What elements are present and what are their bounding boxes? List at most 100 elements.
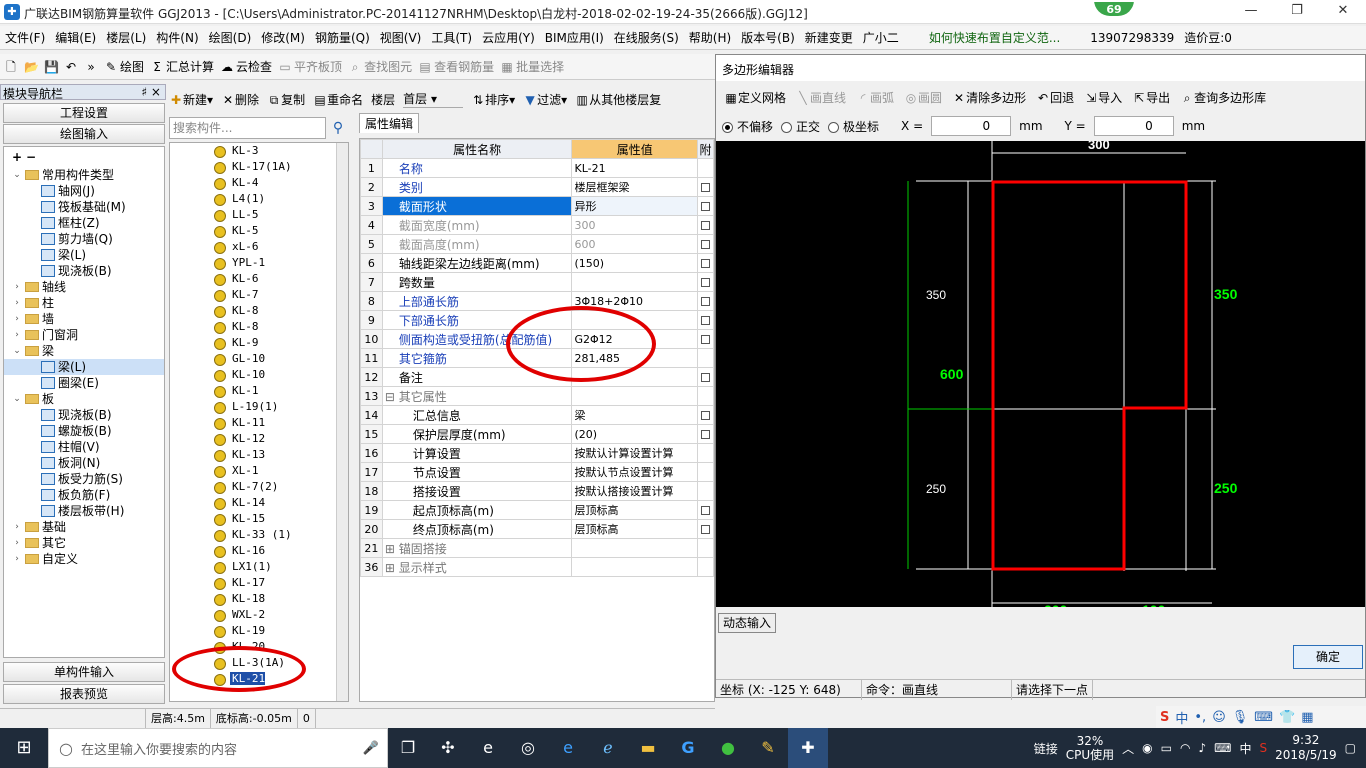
property-row[interactable]: 36 ⊞ 显示样式 (360, 557, 714, 577)
volume-icon[interactable]: ♪ (1198, 741, 1206, 755)
app-green-icon[interactable]: ● (708, 728, 748, 768)
expand-chevron-icon[interactable]: ⌄ (12, 391, 22, 407)
delete-button[interactable]: ✕ 删除 (221, 91, 259, 108)
property-value[interactable]: 按默认节点设置计算 (571, 462, 699, 482)
user-phone[interactable]: 13907298339 (1085, 31, 1179, 45)
keyboard-icon[interactable]: ⌨ (1214, 741, 1231, 755)
attach-checkbox[interactable] (701, 525, 711, 534)
expand-chevron-icon[interactable]: ⌄ (12, 167, 22, 183)
rename-button[interactable]: ▤重命名 (313, 91, 363, 108)
y-input[interactable]: 0 (1093, 116, 1174, 136)
grid-icon[interactable]: ▦ (1301, 710, 1313, 725)
link-label[interactable]: 链接 (1034, 740, 1058, 757)
component-list-item[interactable]: WXL-2 (170, 607, 348, 623)
component-list-item[interactable]: KL-17(1A) (170, 159, 348, 175)
editor-tool-6[interactable]: ⇲ 导入 (1084, 89, 1122, 106)
property-value[interactable]: 按默认搭接设置计算 (571, 481, 699, 501)
property-row[interactable]: 3 截面形状 异形 (360, 196, 714, 216)
ime-mode[interactable]: 中 (1175, 708, 1188, 727)
x-input[interactable]: 0 (931, 116, 1012, 136)
expand-chevron-icon[interactable]: › (12, 279, 22, 295)
punct-icon[interactable]: •, (1194, 710, 1206, 725)
ok-button[interactable]: 确定 (1293, 645, 1363, 669)
tree-item[interactable]: 筏板基础(M) (4, 199, 164, 215)
property-row[interactable]: 16 计算设置 按默认计算设置计算 (360, 443, 714, 463)
property-value[interactable]: 异形 (571, 196, 699, 216)
editor-tool-0[interactable]: ▦定义网格 (724, 89, 786, 106)
component-list-item[interactable]: XL-1 (170, 463, 348, 479)
property-row[interactable]: 5 截面高度(mm) 600 (360, 234, 714, 254)
component-list-item[interactable]: GL-10 (170, 351, 348, 367)
attach-checkbox[interactable] (701, 506, 711, 515)
property-value[interactable]: 600 (571, 234, 699, 254)
menu-item-0[interactable]: 文件(F) (0, 29, 50, 46)
property-row[interactable]: 14 汇总信息 梁 (360, 405, 714, 425)
toolbar-button-0[interactable]: ✎ 绘图 (104, 58, 144, 75)
tree-item[interactable]: 板负筋(F) (4, 487, 164, 503)
polygon-outline[interactable] (991, 180, 1188, 571)
menu-item-6[interactable]: 钢筋量(Q) (310, 29, 375, 46)
cost-beans[interactable]: 造价豆:0 (1179, 29, 1237, 46)
menu-item-1[interactable]: 编辑(E) (50, 29, 101, 46)
menu-item-10[interactable]: BIM应用(I) (540, 29, 609, 46)
toolbar-button-5[interactable]: ▤ 查看钢筋量 (418, 58, 494, 75)
glodon-active-icon[interactable]: ✚ (788, 728, 828, 768)
report-preview-button[interactable]: 报表预览 (3, 684, 165, 704)
toolbar-button-4[interactable]: ⌕ 查找图元 (348, 58, 412, 75)
property-row[interactable]: 15 保护层厚度(mm) (20) (360, 424, 714, 444)
wifi-icon[interactable]: ◠ (1180, 741, 1190, 755)
toolbar-button-6[interactable]: ▦ 批量选择 (500, 58, 564, 75)
property-value[interactable]: 层顶标高 (571, 500, 699, 520)
attach-checkbox[interactable] (701, 430, 711, 439)
tree-item[interactable]: 现浇板(B) (4, 407, 164, 423)
radio-no-offset[interactable]: 不偏移 (722, 118, 773, 135)
attach-checkbox[interactable] (701, 316, 711, 325)
toolbar-button-2[interactable]: ☁ 云检查 (220, 58, 272, 75)
component-list-item[interactable]: KL-18 (170, 591, 348, 607)
copy-from-floor-button[interactable]: ▥从其他楼层复 (575, 91, 662, 108)
sogou-tray-icon[interactable]: S (1260, 741, 1268, 755)
task-view-icon[interactable]: ❐ (388, 728, 428, 768)
property-value[interactable]: (20) (571, 424, 699, 444)
tree-item[interactable]: 现浇板(B) (4, 263, 164, 279)
component-list-item[interactable]: KL-6 (170, 271, 348, 287)
tree-item[interactable]: 楼层板带(H) (4, 503, 164, 519)
tree-item[interactable]: › 柱 (4, 295, 164, 311)
app-fan-icon[interactable]: ✣ (428, 728, 468, 768)
attach-checkbox[interactable] (701, 259, 711, 268)
tree-item[interactable]: › 轴线 (4, 279, 164, 295)
toolbar-button-3[interactable]: ▭ 平齐板顶 (278, 58, 342, 75)
component-list-item[interactable]: KL-10 (170, 367, 348, 383)
component-list-item[interactable]: YPL-1 (170, 255, 348, 271)
tree-item[interactable]: 圈梁(E) (4, 375, 164, 391)
tree-item[interactable]: › 墙 (4, 311, 164, 327)
property-row[interactable]: 7 跨数量 (360, 272, 714, 292)
property-value[interactable]: 层顶标高 (571, 519, 699, 539)
pin-icon[interactable]: ♯ × (141, 85, 161, 99)
editor-tool-5[interactable]: ↶ 回退 (1036, 89, 1074, 106)
property-value[interactable] (571, 538, 699, 558)
ie-icon[interactable]: e (548, 728, 588, 768)
property-row[interactable]: 1 名称 KL-21 (360, 158, 714, 178)
tree-item[interactable]: ⌄ 梁 (4, 343, 164, 359)
collapse-all-icon[interactable]: − (24, 150, 38, 164)
minimize-icon[interactable]: — (1228, 0, 1274, 24)
attach-checkbox[interactable] (701, 373, 711, 382)
radio-polar[interactable]: 极坐标 (828, 118, 879, 135)
component-list-item[interactable]: L-19(1) (170, 399, 348, 415)
menu-item-9[interactable]: 云应用(Y) (477, 29, 540, 46)
tray-ime[interactable]: 中 (1239, 740, 1251, 757)
open-folder-icon[interactable]: 📂 (24, 60, 39, 74)
toolbar-button-1[interactable]: Σ 汇总计算 (150, 58, 214, 75)
tree-item[interactable]: 梁(L) (4, 359, 164, 375)
menu-item-4[interactable]: 绘图(D) (204, 29, 257, 46)
emoji-icon[interactable]: ☺ (1212, 710, 1226, 725)
editor-tool-4[interactable]: ✕ 清除多边形 (952, 89, 1026, 106)
app-notes-icon[interactable]: ✎ (748, 728, 788, 768)
group-toggle-icon[interactable]: ⊞ (385, 542, 399, 556)
property-row[interactable]: 8 上部通长筋 3Φ18+2Φ10 (360, 291, 714, 311)
search-icon[interactable]: ⚲ (328, 117, 348, 139)
property-value[interactable]: (150) (571, 253, 699, 273)
component-list-item[interactable]: KL-15 (170, 511, 348, 527)
menu-item-12[interactable]: 帮助(H) (684, 29, 736, 46)
